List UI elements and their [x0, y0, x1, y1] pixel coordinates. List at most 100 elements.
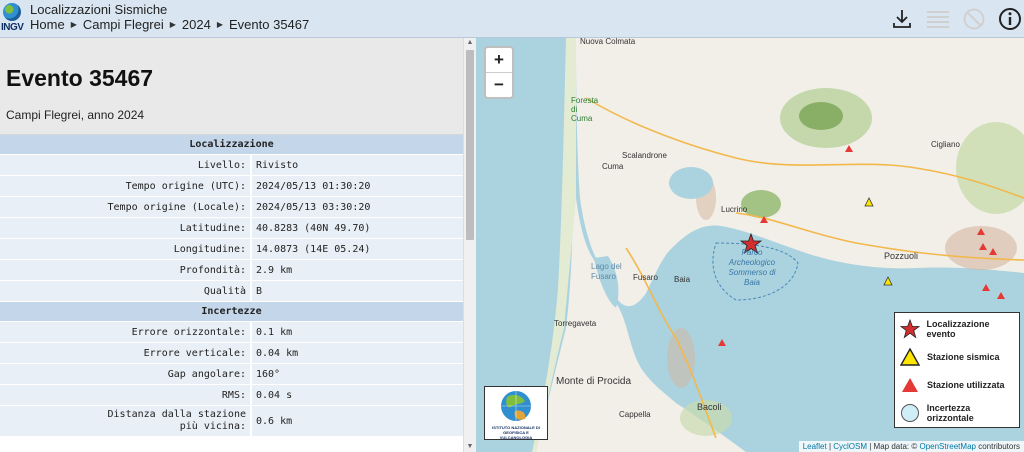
row-value: Rivisto: [251, 154, 463, 176]
map-label: Monte di Procida: [556, 376, 632, 387]
row-label: Profondità:: [0, 259, 252, 281]
legend-item-seismic-station: Stazione sismica: [899, 345, 1000, 369]
map-label: Pozzuoli: [884, 251, 919, 261]
legend-label: Stazione sismica: [927, 352, 1000, 362]
map-label: Lago del Fusaro: [591, 262, 622, 281]
crater-relief: [667, 328, 695, 388]
attribution-text: contributors: [975, 442, 1020, 451]
info-icon[interactable]: [996, 5, 1024, 33]
row-label: Gap angolare:: [0, 363, 252, 385]
row-value: 2.9 km: [251, 259, 463, 281]
osm-link[interactable]: OpenStreetMap: [919, 442, 975, 451]
table-row: Tempo origine (Locale): 2024/05/13 03:30:…: [0, 196, 463, 218]
row-label: Errore orizzontale:: [0, 321, 252, 343]
attribution-text: | Map data: ©: [867, 442, 920, 451]
event-header: Evento 35467 Campi Flegrei, anno 2024: [0, 38, 463, 135]
scrollbar-thumb[interactable]: [466, 50, 474, 240]
section-title: Localizzazione: [0, 135, 463, 155]
crater-relief: [799, 102, 843, 130]
map-attribution: Leaflet | CyclOSM | Map data: © OpenStre…: [798, 441, 1024, 452]
table-row: Latitudine: 40.8283 (40N 49.70): [0, 217, 463, 239]
row-value: 0.1 km: [251, 321, 463, 343]
used-station-marker[interactable]: [718, 339, 726, 346]
map-label: Baia: [674, 275, 691, 284]
map-label: Fusaro: [633, 273, 658, 282]
breadcrumb-year[interactable]: 2024: [182, 17, 211, 32]
zoom-out-button[interactable]: −: [486, 73, 512, 97]
ingv-badge: ISTITUTO NAZIONALE DI GEOFISICA E VULCAN…: [484, 386, 548, 440]
row-label: Latitudine:: [0, 217, 252, 239]
row-value: 160°: [251, 363, 463, 385]
breadcrumb-separator-icon: ▶: [216, 20, 223, 29]
zoom-in-button[interactable]: +: [486, 48, 512, 73]
section-header-uncertainty: Incertezze: [0, 301, 463, 322]
scroll-down-icon[interactable]: ▼: [466, 443, 474, 451]
breadcrumb-campi-flegrei[interactable]: Campi Flegrei: [83, 17, 164, 32]
map-label: Foresta di Cuma: [571, 96, 599, 123]
event-title: Evento 35467: [6, 65, 154, 91]
row-value: B: [251, 280, 463, 302]
ingv-logo[interactable]: INGV: [1, 3, 24, 35]
table-row: Livello: Rivisto: [0, 154, 463, 176]
map-label: Cuma: [602, 162, 624, 171]
map-label: Bacoli: [697, 402, 722, 412]
map-label: Lucrino: [721, 205, 748, 214]
row-label: Distanza dalla stazione più vicina:: [0, 405, 252, 437]
list-icon[interactable]: [924, 5, 952, 33]
table-row: Errore orizzontale: 0.1 km: [0, 321, 463, 343]
row-label: Livello:: [0, 154, 252, 176]
app-title: Localizzazioni Sismiche: [30, 2, 168, 17]
row-value: 14.0873 (14E 05.24): [251, 238, 463, 260]
breadcrumb-home[interactable]: Home: [30, 17, 65, 32]
event-subtitle: Campi Flegrei, anno 2024: [6, 108, 145, 122]
header-toolbar: [888, 4, 1024, 34]
lake-lucrino: [669, 167, 713, 199]
map-label: Cigliano: [931, 140, 960, 149]
legend-item-event: Localizzazione evento: [899, 317, 1019, 341]
breadcrumb-separator-icon: ▶: [169, 20, 176, 29]
red-star-icon: [899, 318, 921, 340]
table-row: Longitudine: 14.0873 (14E 05.24): [0, 238, 463, 260]
row-label: Tempo origine (UTC):: [0, 175, 252, 197]
section-header-localization: Localizzazione: [0, 135, 463, 155]
legend-label: Stazione utilizzata: [927, 380, 1005, 390]
app-header: INGV Localizzazioni Sismiche Home ▶ Camp…: [0, 0, 1024, 38]
vertical-scrollbar[interactable]: ▲ ▼: [463, 38, 476, 452]
cyclosm-link[interactable]: CyclOSM: [833, 442, 867, 451]
table-row: Distanza dalla stazione più vicina: 0.6 k…: [0, 405, 463, 437]
download-icon[interactable]: [888, 5, 916, 33]
breadcrumb-event: Evento 35467: [229, 17, 310, 32]
section-title: Incertezze: [0, 301, 463, 322]
red-triangle-icon: [899, 374, 921, 396]
row-value: 2024/05/13 01:30:20: [251, 175, 463, 197]
map-label: Nuova Colmata: [580, 38, 636, 46]
row-label: Errore verticale:: [0, 342, 252, 364]
zoom-control: + −: [484, 46, 514, 99]
legend-label: Localizzazione evento: [926, 319, 990, 339]
map-label: Scalandrone: [622, 151, 667, 160]
details-scroll-area[interactable]: Evento 35467 Campi Flegrei, anno 2024 Lo…: [0, 38, 463, 452]
legend-item-used-station: Stazione utilizzata: [899, 373, 1005, 397]
no-entry-icon[interactable]: [960, 5, 988, 33]
legend-label: Incertezza orizzontale: [926, 403, 974, 423]
badge-text: ISTITUTO NAZIONALE DI GEOFISICA E VULCAN…: [492, 425, 540, 440]
row-value: 2024/05/13 03:30:20: [251, 196, 463, 218]
breadcrumb-separator-icon: ▶: [70, 20, 77, 29]
cyan-circle-icon: [899, 402, 921, 424]
table-row: Profondità: 2.9 km: [0, 259, 463, 281]
ingv-globe-icon: [501, 391, 531, 421]
table-row: Errore verticale: 0.04 km: [0, 342, 463, 364]
row-label: Qualità: [0, 280, 252, 302]
seismic-station-marker[interactable]: [883, 276, 893, 286]
row-label: Longitudine:: [0, 238, 252, 260]
globe-icon: [3, 3, 21, 21]
row-value: 0.6 km: [251, 405, 463, 437]
scroll-up-icon[interactable]: ▲: [466, 39, 474, 47]
event-map[interactable]: Nuova Colmata Foresta di Cuma Scalandron…: [476, 38, 1024, 452]
used-station-marker[interactable]: [997, 292, 1005, 299]
leaflet-link[interactable]: Leaflet: [803, 442, 827, 451]
event-details-panel: Evento 35467 Campi Flegrei, anno 2024 Lo…: [0, 38, 476, 452]
row-label: Tempo origine (Locale):: [0, 196, 252, 218]
used-station-marker[interactable]: [982, 284, 990, 291]
logo-text: INGV: [1, 22, 24, 33]
